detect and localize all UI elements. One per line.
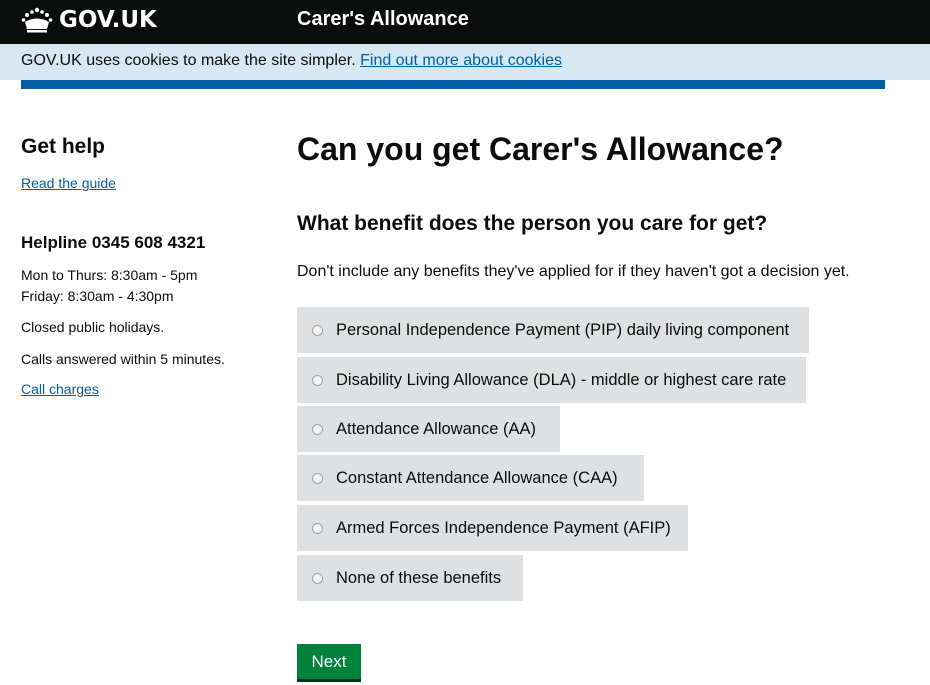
hours-friday: Friday: 8:30am - 4:30pm [21, 288, 174, 304]
read-guide-link[interactable]: Read the guide [21, 175, 116, 191]
govuk-logo-link[interactable]: GOV.UK [21, 5, 157, 35]
site-header: GOV.UK Carer's Allowance [0, 0, 930, 44]
call-charges-link[interactable]: Call charges [21, 381, 99, 397]
logo-text: GOV.UK [59, 7, 157, 33]
radio-aa[interactable] [312, 423, 323, 435]
cookie-info-link[interactable]: Find out more about cookies [360, 52, 562, 69]
get-help-heading: Get help [21, 135, 106, 158]
next-button[interactable]: Next [297, 644, 361, 682]
help-sidebar: Get help Read the guide Helpline 0345 60… [21, 134, 261, 399]
radio-afip[interactable] [312, 522, 323, 534]
radio-pip[interactable] [312, 324, 323, 336]
hours-weekday: Mon to Thurs: 8:30am - 5pm [21, 267, 198, 283]
radio-dla[interactable] [312, 374, 323, 386]
option-label: Personal Independence Payment (PIP) dail… [336, 320, 790, 339]
closed-holidays-text: Closed public holidays. [21, 319, 165, 335]
service-name[interactable]: Carer's Allowance [297, 8, 469, 31]
option-none[interactable]: None of these benefits [297, 555, 523, 601]
option-caa[interactable]: Constant Attendance Allowance (CAA) [297, 455, 644, 501]
option-pip[interactable]: Personal Independence Payment (PIP) dail… [297, 307, 809, 353]
option-dla[interactable]: Disability Living Allowance (DLA) - midd… [297, 357, 806, 403]
main-content: Can you get Carer's Allowance? What bene… [297, 128, 897, 280]
calls-answered-text: Calls answered within 5 minutes. [21, 351, 225, 367]
radio-none[interactable] [312, 572, 323, 584]
option-label: Constant Attendance Allowance (CAA) [336, 468, 618, 487]
page-title: Can you get Carer's Allowance? [297, 131, 784, 167]
cookie-message: GOV.UK uses cookies to make the site sim… [21, 52, 361, 69]
option-afip[interactable]: Armed Forces Independence Payment (AFIP) [297, 505, 688, 551]
cookie-banner: GOV.UK uses cookies to make the site sim… [0, 44, 930, 80]
helpline-heading: Helpline 0345 608 4321 [21, 233, 206, 252]
option-label: Armed Forces Independence Payment (AFIP) [336, 518, 671, 537]
option-label: Attendance Allowance (AA) [336, 419, 536, 438]
crown-icon [21, 7, 53, 33]
option-label: None of these benefits [336, 568, 502, 587]
question-hint: Don't include any benefits they've appli… [297, 263, 850, 280]
radio-caa[interactable] [312, 472, 323, 484]
phase-bar [21, 80, 885, 89]
question-heading: What benefit does the person you care fo… [297, 212, 768, 235]
option-aa[interactable]: Attendance Allowance (AA) [297, 406, 560, 452]
option-label: Disability Living Allowance (DLA) - midd… [336, 370, 787, 389]
